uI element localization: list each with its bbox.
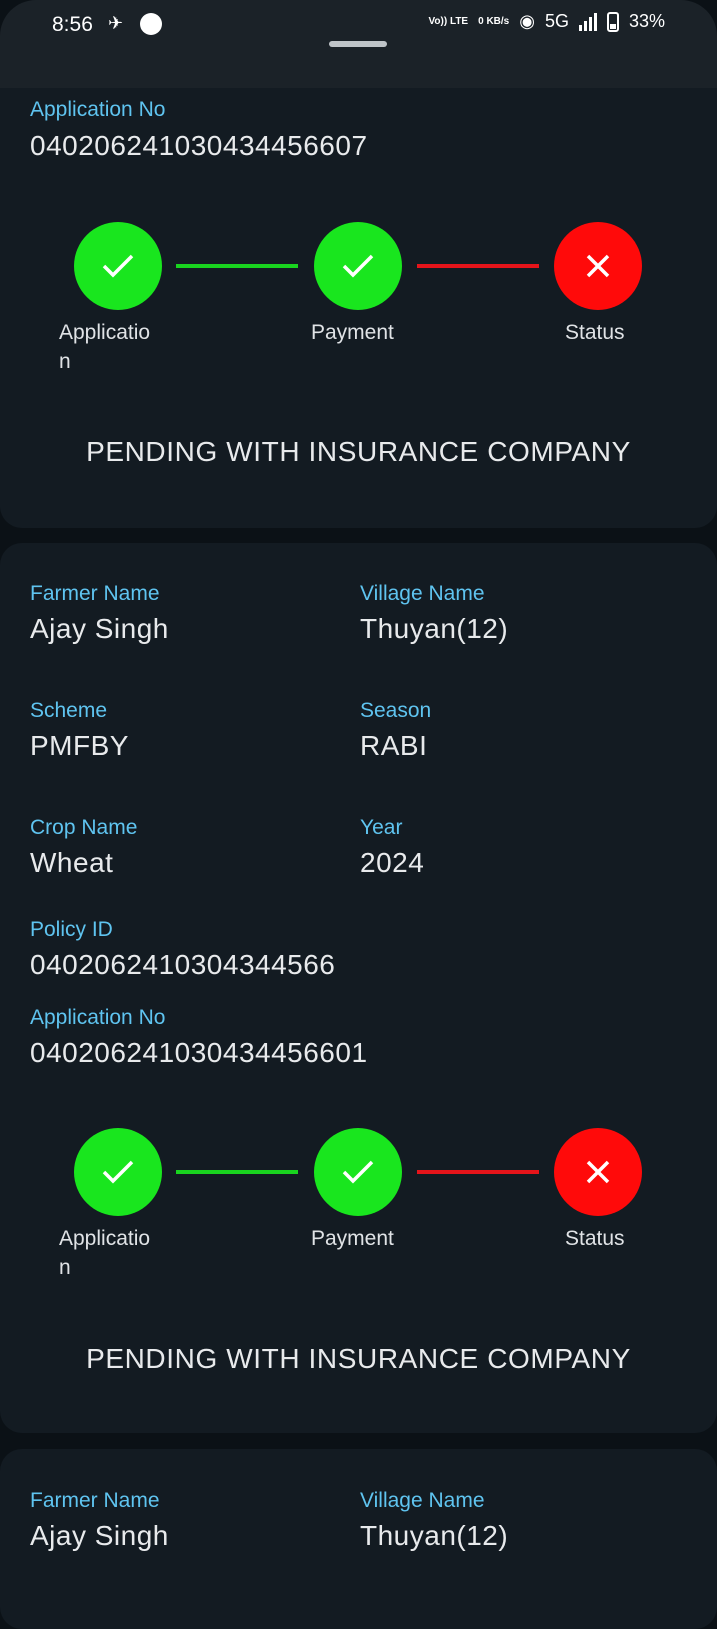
- village-name-label: Village Name: [360, 582, 485, 605]
- connector-payment-status: [417, 264, 539, 268]
- policy-id-value: 0402062410304344566: [30, 949, 336, 980]
- application-card: Application No 040206241030434456607 App…: [0, 88, 717, 528]
- drag-handle[interactable]: [329, 41, 387, 47]
- step-status-label: Status: [565, 1227, 625, 1250]
- battery-icon: [606, 11, 619, 32]
- connector-application-payment: [176, 264, 298, 268]
- data-speed: 0 KB/s: [478, 15, 510, 27]
- battery-percent: 33%: [628, 11, 665, 31]
- step-payment-circle: [314, 222, 402, 310]
- check-icon: [102, 254, 134, 278]
- check-icon: [102, 1160, 134, 1184]
- step-payment-label: Payment: [311, 1227, 394, 1250]
- village-name-value: Thuyan(12): [360, 613, 509, 644]
- application-no-value: 040206241030434456601: [30, 1037, 368, 1068]
- step-application-label: Applicatio n: [59, 1227, 151, 1279]
- application-status-text: PENDING WITH INSURANCE COMPANY: [86, 436, 631, 467]
- network-type: 5G: [544, 11, 569, 31]
- step-payment-label: Payment: [311, 321, 394, 344]
- application-no-label: Application No: [30, 1006, 166, 1029]
- crop-name-label: Crop Name: [30, 816, 138, 839]
- step-status-circle: [554, 222, 642, 310]
- close-icon: [586, 254, 610, 278]
- scheme-value: PMFBY: [30, 730, 129, 761]
- step-application-circle: [74, 222, 162, 310]
- signal-icon: [578, 12, 597, 31]
- check-icon: [342, 254, 374, 278]
- volte-icon: Vo)) LTE: [428, 15, 469, 27]
- farmer-name-label: Farmer Name: [30, 1489, 160, 1512]
- check-icon: [342, 1160, 374, 1184]
- season-value: RABI: [360, 730, 428, 761]
- step-status-label: Status: [565, 321, 625, 344]
- step-application-circle: [74, 1128, 162, 1216]
- farmer-name-value: Ajay Singh: [30, 613, 169, 644]
- season-label: Season: [360, 699, 432, 722]
- application-no-value: 040206241030434456607: [30, 130, 368, 161]
- notification-icon: ✈: [108, 13, 124, 33]
- close-icon: [586, 1160, 610, 1184]
- farmer-name-value: Ajay Singh: [30, 1520, 169, 1551]
- farmer-name-label: Farmer Name: [30, 582, 160, 605]
- app-notification-icon: [140, 13, 162, 35]
- village-name-value: Thuyan(12): [360, 1520, 509, 1551]
- policy-id-label: Policy ID: [30, 918, 113, 941]
- step-status-circle: [554, 1128, 642, 1216]
- connector-payment-status: [417, 1170, 539, 1174]
- step-payment-circle: [314, 1128, 402, 1216]
- policy-card: Farmer Name Ajay Singh Village Name Thuy…: [0, 543, 717, 1433]
- connector-application-payment: [176, 1170, 298, 1174]
- application-status-text: PENDING WITH INSURANCE COMPANY: [86, 1343, 631, 1374]
- crop-name-value: Wheat: [30, 847, 114, 878]
- policy-card: Farmer Name Ajay Singh Village Name Thuy…: [0, 1449, 717, 1629]
- scheme-label: Scheme: [30, 699, 108, 722]
- year-value: 2024: [360, 847, 425, 878]
- status-time: 8:56: [52, 13, 93, 36]
- village-name-label: Village Name: [360, 1489, 485, 1512]
- application-no-label: Application No: [30, 98, 166, 121]
- step-application-label: Applicatio n: [59, 321, 151, 373]
- hotspot-icon: ◉: [519, 11, 535, 31]
- status-icons: Vo)) LTE 0 KB/s ◉ 5G 33%: [428, 11, 665, 32]
- year-label: Year: [360, 816, 403, 839]
